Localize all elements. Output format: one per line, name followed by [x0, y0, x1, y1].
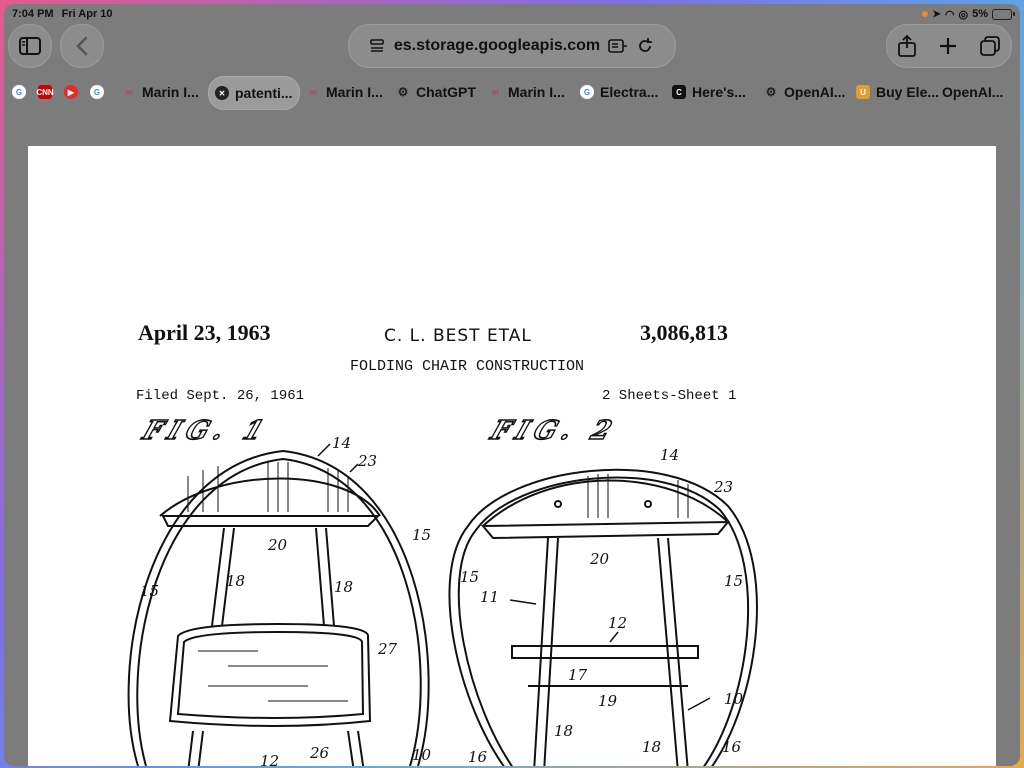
pinned-tab-google[interactable]: G: [12, 76, 32, 108]
tab-label: ChatGPT: [416, 84, 476, 100]
tab-openai-2[interactable]: OpenAI...: [942, 76, 1003, 108]
label-18b: 18: [334, 578, 353, 596]
tabs-overview-icon[interactable]: [979, 35, 1001, 57]
label-16a: 16: [468, 748, 488, 766]
label-14: 14: [332, 434, 351, 452]
cnn-icon: CNN: [36, 85, 54, 99]
label-15b-fig2: 15: [460, 568, 479, 586]
label-11: 11: [480, 588, 499, 606]
label-15b: 15: [140, 582, 159, 600]
chevron-left-icon: [76, 36, 88, 56]
tab-bar: G CNN ▶ G m Marin I... ✕ patenti... m Marin…: [4, 76, 1020, 110]
label-18-fig2a: 18: [554, 722, 573, 740]
label-16b: 16: [722, 738, 742, 756]
pinned-tab-youtube[interactable]: ▶: [64, 76, 84, 108]
marin-icon: m: [125, 87, 133, 97]
new-tab-icon[interactable]: [938, 36, 958, 56]
fig1-chair: [127, 449, 430, 766]
close-tab-icon[interactable]: ✕: [215, 86, 229, 100]
c-icon: C: [672, 85, 686, 99]
tab-label: Here's...: [692, 84, 746, 100]
web-content: April 23, 1963 C. L. BEST ETAL 3,086,813…: [28, 146, 996, 766]
label-15-fig2: 15: [724, 572, 743, 590]
status-right: ➤ ◠ ◎ 5%: [922, 8, 1015, 21]
label-27: 27: [377, 640, 398, 658]
recording-dot-icon: [922, 11, 929, 17]
tab-label: Electra...: [600, 84, 659, 100]
wifi-icon: ◠: [944, 8, 955, 21]
tab-openai-1[interactable]: ⚙ OpenAI...: [764, 76, 846, 108]
label-10: 10: [412, 746, 432, 764]
marin-icon: m: [309, 87, 317, 97]
pinned-tab-google-2[interactable]: G: [90, 76, 110, 108]
marin-icon: m: [491, 87, 499, 97]
tab-label: OpenAI...: [942, 84, 1004, 100]
reload-icon[interactable]: [636, 37, 654, 55]
tab-label: Marin I...: [508, 84, 565, 100]
tab-patent[interactable]: ✕ patenti...: [208, 76, 300, 110]
tab-label: OpenAI...: [784, 84, 846, 100]
tab-label: Marin I...: [326, 84, 383, 100]
share-icon[interactable]: [897, 35, 917, 57]
label-17: 17: [568, 666, 588, 684]
label-20-fig2: 20: [589, 550, 610, 568]
u-icon: U: [856, 85, 870, 99]
openai-icon: ⚙: [397, 85, 409, 99]
tab-heres[interactable]: C Here's...: [672, 76, 746, 108]
label-15: 15: [412, 526, 431, 544]
status-time: 7:04 PM: [12, 8, 54, 20]
tab-electra[interactable]: G Electra...: [580, 76, 658, 108]
label-18a: 18: [226, 572, 245, 590]
battery-icon: [992, 8, 1015, 20]
tab-buy[interactable]: U Buy Ele...: [856, 76, 939, 108]
tab-label: Marin I...: [142, 84, 199, 100]
browser-window: 7:04 PM Fri Apr 10 ➤ ◠ ◎ 5% es.storage.g…: [4, 4, 1020, 766]
label-20: 20: [267, 536, 288, 554]
toolbar-actions: [886, 24, 1012, 68]
url-text: es.storage.googleapis.com: [393, 37, 601, 54]
label-18-fig2b: 18: [642, 738, 661, 756]
lock-rotation-icon: ◎: [958, 8, 969, 21]
label-12: 12: [260, 752, 279, 766]
google-icon: G: [580, 85, 594, 99]
back-button[interactable]: [60, 24, 104, 68]
status-bar: 7:04 PM Fri Apr 10 ➤ ◠ ◎ 5%: [12, 6, 1015, 22]
label-12-fig2: 12: [608, 614, 627, 632]
battery-percent: 5%: [972, 8, 988, 20]
tab-marin-3[interactable]: m Marin I...: [488, 76, 565, 108]
label-14-fig2: 14: [660, 446, 679, 464]
youtube-icon: ▶: [64, 85, 78, 99]
reader-icon[interactable]: [608, 38, 628, 54]
google-icon: G: [12, 85, 26, 99]
patent-drawing: 14 23 15 20 18 18 15 27 12 26 10 14 23 1…: [127, 434, 758, 766]
page-menu-icon[interactable]: [370, 39, 386, 53]
openai-icon: ⚙: [765, 85, 777, 99]
tab-label: patenti...: [235, 85, 293, 101]
status-date: Fri Apr 10: [61, 8, 113, 20]
label-23: 23: [357, 452, 377, 470]
patent-document: April 23, 1963 C. L. BEST ETAL 3,086,813…: [28, 146, 996, 766]
address-bar[interactable]: es.storage.googleapis.com: [348, 24, 676, 68]
sidebar-icon: [19, 37, 41, 55]
tab-marin-2[interactable]: m Marin I...: [306, 76, 383, 108]
location-icon: ➤: [932, 8, 941, 20]
pinned-tab-cnn[interactable]: CNN: [36, 76, 58, 108]
tab-marin-1[interactable]: m Marin I...: [122, 76, 199, 108]
fig2-chair: [448, 468, 758, 766]
sidebar-button[interactable]: [8, 24, 52, 68]
tab-chatgpt[interactable]: ⚙ ChatGPT: [396, 76, 476, 108]
label-19: 19: [598, 692, 618, 710]
label-10-fig2: 10: [724, 690, 744, 708]
google-icon: G: [90, 85, 104, 99]
label-23-fig2: 23: [713, 478, 733, 496]
label-26: 26: [309, 744, 330, 762]
tab-label: Buy Ele...: [876, 84, 940, 100]
